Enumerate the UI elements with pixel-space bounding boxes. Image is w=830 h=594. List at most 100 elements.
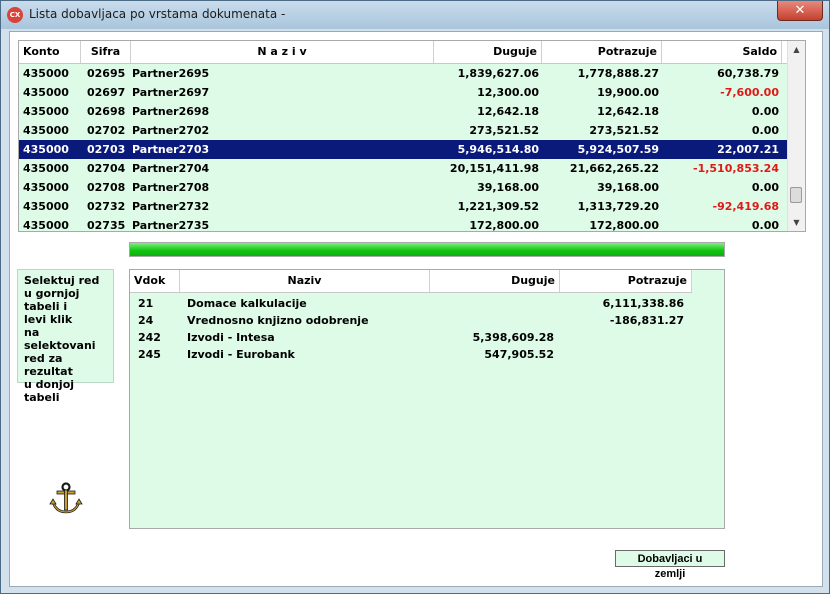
column-header-naziv[interactable]: N a z i v <box>131 41 434 63</box>
cell-sifra: 02703 <box>87 143 126 156</box>
cell-naziv: Vrednosno knjizno odobrenje <box>187 314 369 327</box>
table-row[interactable]: 435000 02695 Partner2695 1,839,627.06 1,778,… <box>19 64 789 83</box>
list-item[interactable]: 21 Domace kalkulacije 6,111,338.86 <box>130 295 724 312</box>
column-header-vdok[interactable]: Vdok <box>130 270 180 292</box>
cell-naziv: Partner2703 <box>132 143 210 156</box>
window-title: Lista dobavljaca po vrstama dokumenata - <box>29 7 286 21</box>
documents-table-header: Vdok Naziv Duguje Potrazuje <box>130 270 692 293</box>
cell-konto: 435000 <box>23 162 69 175</box>
cell-vdok: 245 <box>138 348 161 361</box>
column-header-konto[interactable]: Konto <box>19 41 81 63</box>
column-header-potrazuje[interactable]: Potrazuje <box>542 41 662 63</box>
cell-duguje: 5,946,514.80 <box>457 143 539 156</box>
cell-potrazuje <box>560 346 684 363</box>
column-header-duguje[interactable]: Duguje <box>434 41 542 63</box>
cell-konto: 435000 <box>23 143 69 156</box>
cell-naziv: Partner2704 <box>132 162 210 175</box>
list-item[interactable]: 245 Izvodi - Eurobank 547,905.52 <box>130 346 724 363</box>
cell-sifra: 02702 <box>87 124 126 137</box>
cell-potrazuje: 39,168.00 <box>597 181 659 194</box>
instructions-note: Selektuj red u gornjoj tabeli i levi kli… <box>17 269 114 404</box>
cell-potrazuje: 6,111,338.86 <box>602 297 684 310</box>
column-header-saldo[interactable]: Saldo <box>662 41 782 63</box>
cell-konto: 435000 <box>23 219 69 232</box>
cell-naziv: Partner2695 <box>132 67 210 80</box>
cell-duguje <box>430 312 554 329</box>
table-row[interactable]: 435000 02735 Partner2735 172,800.00 172,800.… <box>19 216 789 232</box>
list-item[interactable]: 24 Vrednosno knjizno odobrenje -186,831.27 <box>130 312 724 329</box>
cell-duguje: 12,642.18 <box>477 105 539 118</box>
cell-saldo: 0.00 <box>751 124 779 137</box>
column-header-potrazuje[interactable]: Potrazuje <box>560 270 692 292</box>
cell-potrazuje: 172,800.00 <box>589 219 659 232</box>
table-row[interactable]: 435000 02698 Partner2698 12,642.18 12,642.18… <box>19 102 789 121</box>
cell-naziv: Partner2708 <box>132 181 210 194</box>
cell-saldo: -7,600.00 <box>720 86 779 99</box>
close-button[interactable]: ✕ <box>777 1 823 21</box>
cell-sifra: 02708 <box>87 181 126 194</box>
cell-saldo: 22,007.21 <box>717 143 779 156</box>
cell-duguje: 172,800.00 <box>469 219 539 232</box>
cell-potrazuje: 1,778,888.27 <box>577 67 659 80</box>
cell-potrazuje: 273,521.52 <box>589 124 659 137</box>
table-row[interactable]: 435000 02732 Partner2732 1,221,309.52 1,313,… <box>19 197 789 216</box>
cell-sifra: 02695 <box>87 67 126 80</box>
cell-potrazuje <box>560 329 684 346</box>
table-row[interactable]: 435000 02703 Partner2703 5,946,514.80 5,924,… <box>19 140 789 159</box>
cell-konto: 435000 <box>23 124 69 137</box>
close-icon: ✕ <box>794 3 806 18</box>
arrow-up-icon[interactable]: ▲ <box>788 41 805 58</box>
suppliers-table[interactable]: Konto Sifra N a z i v Duguje Potrazuje S… <box>18 40 806 232</box>
cell-saldo: 60,738.79 <box>717 67 779 80</box>
cell-saldo: 0.00 <box>751 219 779 232</box>
progress-bar <box>129 242 725 257</box>
column-header-duguje[interactable]: Duguje <box>430 270 560 292</box>
table-row[interactable]: 435000 02708 Partner2708 39,168.00 39,168.00… <box>19 178 789 197</box>
cell-sifra: 02732 <box>87 200 126 213</box>
cell-konto: 435000 <box>23 200 69 213</box>
cell-potrazuje: 12,642.18 <box>597 105 659 118</box>
domestic-suppliers-button[interactable]: Dobavljaci u zemlji <box>615 550 725 580</box>
cell-saldo: 0.00 <box>751 181 779 194</box>
cell-sifra: 02698 <box>87 105 126 118</box>
arrow-down-icon[interactable]: ▼ <box>788 214 805 231</box>
cell-saldo: -1,510,853.24 <box>693 162 779 175</box>
scrollbar-thumb[interactable] <box>790 187 802 203</box>
cell-vdok: 24 <box>138 314 154 327</box>
cell-potrazuje: 5,924,507.59 <box>577 143 659 156</box>
cell-naziv: Partner2732 <box>132 200 210 213</box>
cell-vdok: 21 <box>138 297 154 310</box>
cell-naziv: Izvodi - Eurobank <box>187 348 295 361</box>
cell-duguje: 12,300.00 <box>477 86 539 99</box>
column-header-sifra[interactable]: Sifra <box>81 41 131 63</box>
cell-konto: 435000 <box>23 67 69 80</box>
cell-potrazuje: 21,662,265.22 <box>569 162 659 175</box>
cell-duguje: 547,905.52 <box>484 348 554 361</box>
cell-naziv: Partner2702 <box>132 124 210 137</box>
table-row[interactable]: 435000 02704 Partner2704 20,151,411.98 21,66… <box>19 159 789 178</box>
title-bar[interactable]: CX Lista dobavljaca po vrstama dokumenat… <box>1 1 829 29</box>
column-header-naziv[interactable]: Naziv <box>180 270 430 292</box>
table-row[interactable]: 435000 02697 Partner2697 12,300.00 19,900.00… <box>19 83 789 102</box>
vertical-scrollbar[interactable]: ▲ ▼ <box>787 41 805 231</box>
table-row[interactable]: 435000 02702 Partner2702 273,521.52 273,521.… <box>19 121 789 140</box>
cell-duguje: 5,398,609.28 <box>472 331 554 344</box>
cell-potrazuje: 1,313,729.20 <box>577 200 659 213</box>
cell-potrazuje: 19,900.00 <box>597 86 659 99</box>
cell-duguje <box>430 295 554 312</box>
cell-naziv: Izvodi - Intesa <box>187 331 275 344</box>
cell-sifra: 02735 <box>87 219 126 232</box>
cell-naziv: Partner2735 <box>132 219 210 232</box>
cell-duguje: 273,521.52 <box>469 124 539 137</box>
suppliers-table-header: Konto Sifra N a z i v Duguje Potrazuje S… <box>19 41 789 64</box>
cell-konto: 435000 <box>23 181 69 194</box>
list-item[interactable]: 242 Izvodi - Intesa 5,398,609.28 <box>130 329 724 346</box>
app-icon: CX <box>7 7 23 23</box>
cell-duguje: 20,151,411.98 <box>449 162 539 175</box>
documents-table[interactable]: Vdok Naziv Duguje Potrazuje 21 Domace kal… <box>129 269 725 529</box>
cell-potrazuje: -186,831.27 <box>609 314 684 327</box>
cell-saldo: -92,419.68 <box>712 200 780 213</box>
cell-naziv: Partner2698 <box>132 105 210 118</box>
cell-vdok: 242 <box>138 331 161 344</box>
cell-sifra: 02697 <box>87 86 126 99</box>
